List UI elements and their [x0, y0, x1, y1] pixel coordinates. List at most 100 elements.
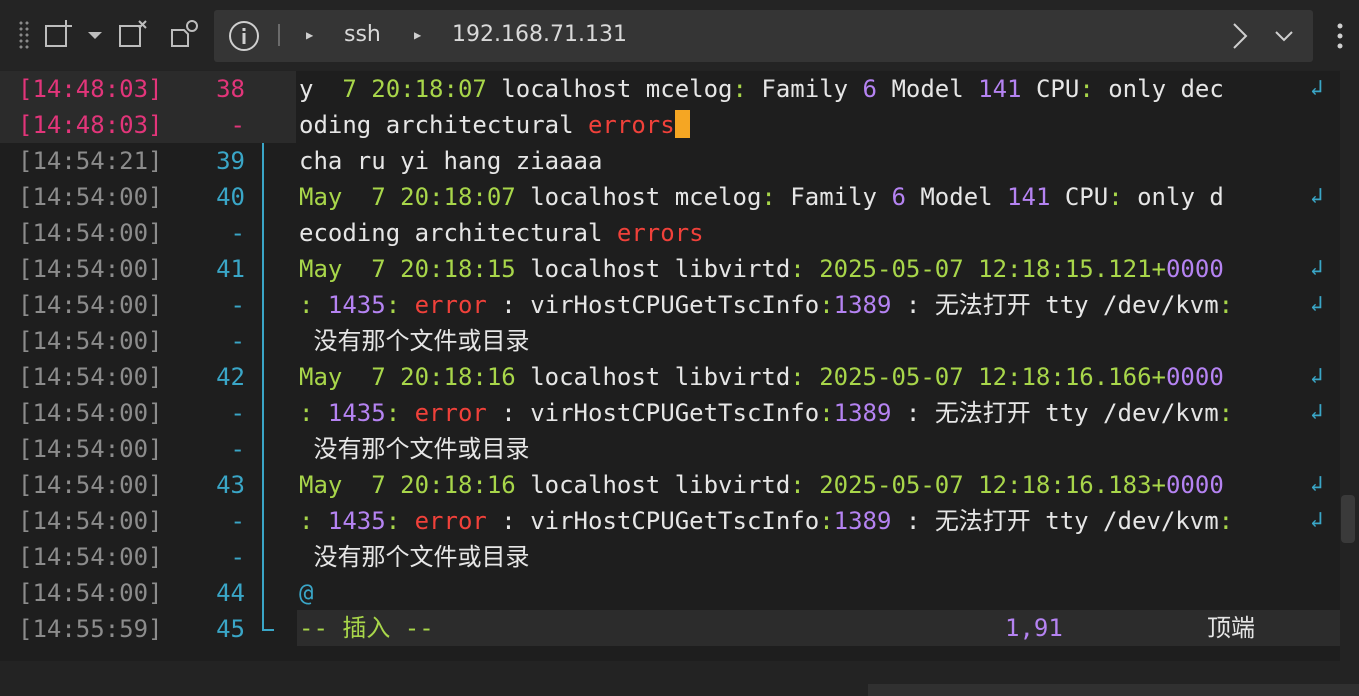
line-segment: 7 20:18:16	[371, 363, 516, 391]
line-segment: :	[385, 507, 415, 535]
line-segment: CPU	[1050, 183, 1109, 211]
line-segment: Family	[746, 75, 863, 103]
drag-handle-icon[interactable]	[18, 20, 30, 50]
line-segment	[299, 435, 313, 463]
line-segment: :	[891, 507, 935, 535]
line-segment: y	[299, 75, 343, 103]
line-segment: localhost libvirtd	[515, 255, 791, 283]
line-number: -	[230, 399, 245, 427]
terminal-line: 没有那个文件或目录	[299, 431, 529, 467]
line-number: 45	[216, 615, 245, 643]
chevron-down-icon[interactable]	[84, 18, 106, 52]
line-segment	[299, 327, 313, 355]
line-segment: :	[385, 291, 415, 319]
line-number: 40	[216, 183, 245, 211]
line-segment: :	[891, 399, 935, 427]
line-number: -	[230, 327, 245, 355]
breadcrumb-arrow-icon: ▶	[306, 28, 314, 42]
line-segment: :	[1218, 399, 1234, 427]
shapes-icon[interactable]	[168, 18, 202, 52]
bottom-status-bar	[868, 684, 1359, 696]
row-timestamp: [14:54:00]	[18, 363, 163, 391]
line-segment: May	[299, 363, 372, 391]
line-segment: localhost libvirtd	[515, 363, 791, 391]
line-segment: 0000	[1165, 255, 1224, 283]
row-timestamp: [14:48:03]	[18, 75, 163, 103]
line-segment: errors	[587, 111, 675, 139]
line-segment: only d	[1122, 183, 1224, 211]
line-segment: :	[819, 291, 834, 319]
mode-indicator: -- 插入 --	[299, 614, 434, 642]
line-number: 43	[216, 471, 245, 499]
line-segment: cha ru yi hang ziaaaa	[299, 147, 603, 175]
line-segment: : 2025-05-07 12:18:15.121+	[790, 255, 1166, 283]
line-segment: errors	[616, 219, 704, 247]
breadcrumb-ssh[interactable]: ssh	[344, 22, 381, 47]
line-number: 41	[216, 255, 245, 283]
close-session-icon[interactable]	[116, 18, 150, 52]
line-segment: :	[1108, 183, 1123, 211]
line-segment: 7 20:18:07	[371, 183, 516, 211]
line-segment: :	[891, 291, 935, 319]
terminal-line: y 7 20:18:07 localhost mcelog: Family 6 …	[299, 71, 1224, 107]
line-segment: tty /dev/kvm	[1030, 291, 1219, 319]
line-segment: 1389	[833, 507, 892, 535]
line-number: -	[230, 543, 245, 571]
chevron-right-icon[interactable]	[1224, 20, 1256, 52]
address-bar[interactable]: ▶ ssh ▶ 192.168.71.131	[214, 10, 1313, 62]
line-segment: : virHostCPUGetTscInfo	[486, 399, 820, 427]
breadcrumb-host[interactable]: 192.168.71.131	[452, 22, 627, 47]
line-segment: :	[385, 399, 415, 427]
scroll-position: 顶端	[1207, 614, 1255, 642]
line-segment: :	[819, 399, 834, 427]
divider	[278, 24, 280, 46]
line-wrap-icon: ↲	[1310, 76, 1324, 101]
line-wrap-icon: ↲	[1310, 400, 1324, 425]
scrollbar-thumb[interactable]	[1341, 495, 1355, 543]
row-timestamp: [14:54:00]	[18, 435, 163, 463]
chevron-down-icon[interactable]	[1268, 20, 1300, 52]
line-segment: 0000	[1165, 471, 1224, 499]
line-number: -	[230, 507, 245, 535]
line-segment: localhost libvirtd	[515, 471, 791, 499]
fold-bracket	[262, 71, 274, 631]
line-segment: Family	[775, 183, 892, 211]
line-segment: 7 20:18:16	[371, 471, 516, 499]
line-segment: 1435	[327, 507, 386, 535]
line-wrap-icon: ↲	[1310, 508, 1324, 533]
line-number: -	[230, 291, 245, 319]
row-timestamp: [14:54:00]	[18, 291, 163, 319]
breadcrumb-arrow-icon: ▶	[414, 28, 422, 42]
line-segment: 没有那个文件或目录	[313, 435, 530, 463]
terminal-line: May 7 20:18:15 localhost libvirtd: 2025-…	[299, 251, 1224, 287]
row-timestamp: [14:55:59]	[18, 615, 163, 643]
line-segment: :	[299, 507, 328, 535]
line-segment: only dec	[1093, 75, 1224, 103]
line-segment: 1435	[327, 291, 386, 319]
row-timestamp: [14:54:00]	[18, 255, 163, 283]
row-timestamp: [14:54:21]	[18, 147, 163, 175]
line-segment: : virHostCPUGetTscInfo	[486, 507, 820, 535]
info-icon[interactable]	[228, 20, 260, 52]
row-timestamp: [14:54:00]	[18, 507, 163, 535]
line-number: -	[230, 435, 245, 463]
row-timestamp: [14:54:00]	[18, 399, 163, 427]
line-wrap-icon: ↲	[1310, 292, 1324, 317]
more-menu-icon[interactable]	[1333, 20, 1347, 54]
line-segment: 7 20:18:15	[371, 255, 516, 283]
line-segment: error	[414, 399, 487, 427]
terminal-view[interactable]: -- 插入 -- 1,91 顶端 [14:48:03] 38 y 7 20:18:0…	[0, 71, 1340, 661]
terminal-line: oding architectural errors	[299, 107, 690, 143]
terminal-line: May 7 20:18:07 localhost mcelog: Family …	[299, 179, 1224, 215]
line-segment: 无法打开	[934, 291, 1031, 319]
line-segment: 没有那个文件或目录	[313, 327, 530, 355]
row-timestamp: [14:54:00]	[18, 471, 163, 499]
line-segment	[299, 543, 313, 571]
row-timestamp: [14:54:00]	[18, 579, 163, 607]
line-wrap-icon: ↲	[1310, 256, 1324, 281]
line-segment: oding architectural	[299, 111, 588, 139]
new-tab-icon[interactable]	[42, 18, 76, 52]
line-segment: error	[414, 507, 487, 535]
terminal-line: @	[299, 575, 313, 611]
vim-status-line: -- 插入 -- 1,91 顶端	[297, 610, 1340, 646]
